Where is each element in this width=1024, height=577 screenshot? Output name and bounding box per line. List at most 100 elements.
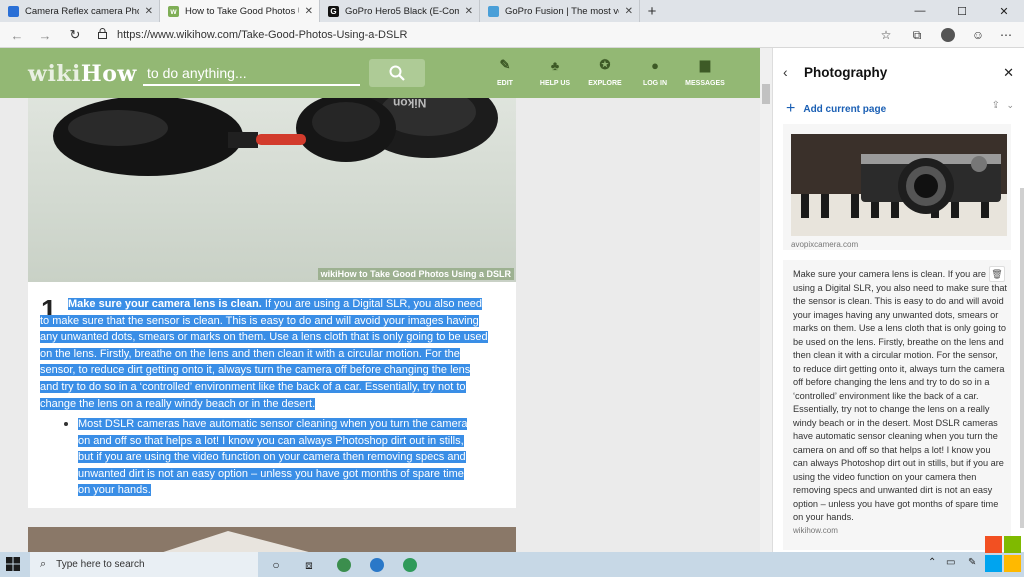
- nav-help-us[interactable]: ♣ HELP US: [527, 56, 583, 92]
- nav-label: LOG IN: [642, 80, 668, 87]
- page-viewport: wikiHow to do anything... ✎ EDIT ♣ HELP …: [0, 48, 760, 552]
- address-bar: ← → ↻ https://www.wikihow.com/Take-Good-…: [0, 22, 1024, 48]
- trash-icon[interactable]: 🗑: [989, 266, 1005, 282]
- bullet-dot: [64, 422, 68, 426]
- tab-title: Camera Reflex camera Photograp: [25, 5, 139, 17]
- share-icon[interactable]: ⇪: [992, 100, 1000, 111]
- page-scrollbar[interactable]: [760, 48, 772, 552]
- close-tab-icon[interactable]: ✕: [465, 6, 473, 17]
- close-tab-icon[interactable]: ✕: [625, 6, 633, 17]
- tab-title: GoPro Fusion | The most versati: [505, 5, 619, 17]
- caption-text: to Take Good Photos Using a DSLR: [356, 269, 511, 279]
- pen-icon[interactable]: ✎: [968, 557, 976, 568]
- refresh-icon[interactable]: ↻: [66, 26, 84, 44]
- edge-app-icon-2[interactable]: [367, 555, 387, 575]
- tab-strip: Camera Reflex camera Photograp ✕ w How t…: [0, 0, 1024, 22]
- wikihow-logo[interactable]: wikiHow: [28, 61, 137, 87]
- tab-camera-reflex[interactable]: Camera Reflex camera Photograp ✕: [0, 0, 160, 22]
- wikihow-header: wikiHow to do anything... ✎ EDIT ♣ HELP …: [0, 48, 760, 98]
- wikihow-search-input[interactable]: to do anything...: [143, 60, 360, 86]
- caption-how: How: [337, 269, 357, 279]
- nav-label: EDIT: [497, 80, 513, 87]
- next-step-image: [28, 527, 516, 552]
- lock-icon: [98, 28, 107, 42]
- feedback-smiley-icon[interactable]: ☺: [968, 26, 988, 44]
- search-icon: ⌕: [40, 558, 47, 570]
- note-text: Make sure your camera lens is clean. If …: [793, 269, 1007, 522]
- cortana-icon[interactable]: ○: [266, 555, 286, 575]
- add-current-page-label: Add current page: [803, 103, 887, 115]
- plus-icon: +: [786, 100, 796, 117]
- compass-icon: ✪: [599, 57, 611, 72]
- tab-gopro-hero5[interactable]: G GoPro Hero5 Black (E-Commerc ✕: [320, 0, 480, 22]
- camera-photo: [791, 134, 1007, 236]
- windows-start-icon[interactable]: [6, 557, 20, 571]
- nav-edit[interactable]: ✎ EDIT: [477, 56, 533, 92]
- pane-scrollbar[interactable]: [1020, 188, 1024, 528]
- collection-card-note[interactable]: Make sure your camera lens is clean. If …: [783, 260, 1011, 550]
- step-text[interactable]: Make sure your camera lens is clean. If …: [40, 296, 488, 412]
- close-window-button[interactable]: ✕: [984, 0, 1024, 22]
- close-tab-icon[interactable]: ✕: [145, 6, 153, 17]
- collection-title: Photography: [804, 65, 888, 80]
- more-menu-icon[interactable]: ⋯: [996, 26, 1016, 44]
- search-button[interactable]: [369, 59, 425, 87]
- add-current-page-button[interactable]: + Add current page: [786, 100, 886, 118]
- step-bold-text: Make sure your camera lens is clean.: [68, 298, 262, 310]
- edge-app-icon[interactable]: [334, 555, 354, 575]
- url-field[interactable]: https://www.wikihow.com/Take-Good-Photos…: [98, 25, 898, 45]
- task-view-icon[interactable]: ⧈: [299, 555, 319, 575]
- nav-label: MESSAGES: [685, 80, 725, 87]
- taskbar: ⌕ Type here to search ○ ⧈ ⌃ ▭ ✎: [0, 552, 1024, 577]
- step-bullet[interactable]: Most DSLR cameras have automatic sensor …: [78, 416, 478, 499]
- close-tab-icon[interactable]: ✕: [305, 6, 313, 17]
- favicon-icon: [8, 5, 19, 17]
- nav-log-in[interactable]: ● LOG IN: [627, 56, 683, 92]
- chat-icon: ▆: [700, 57, 710, 72]
- new-tab-button[interactable]: +: [640, 0, 664, 22]
- logo-how: How: [80, 61, 137, 87]
- image-caption: wikiHow to Take Good Photos Using a DSLR: [317, 268, 514, 280]
- tray-chevron-up-icon[interactable]: ⌃: [928, 557, 936, 568]
- caption-wiki: wiki: [320, 269, 338, 279]
- card-source: avopixcamera.com: [791, 240, 859, 249]
- edge-app-icon-3[interactable]: [400, 555, 420, 575]
- bullet-text: Most DSLR cameras have automatic sensor …: [78, 418, 468, 497]
- sprout-icon: ♣: [550, 57, 560, 73]
- network-icon[interactable]: ▭: [946, 557, 955, 568]
- tab-gopro-fusion[interactable]: GoPro Fusion | The most versati ✕: [480, 0, 640, 22]
- favorite-star-icon[interactable]: ☆: [876, 26, 896, 44]
- nav-messages[interactable]: ▆ MESSAGES: [677, 56, 733, 92]
- nav-label: HELP US: [539, 80, 571, 87]
- profile-avatar[interactable]: [938, 26, 958, 44]
- nav-label: EXPLORE: [588, 80, 622, 87]
- scrollbar-thumb[interactable]: [762, 84, 770, 104]
- card-source: wikihow.com: [793, 526, 838, 535]
- pencil-icon: ✎: [499, 57, 511, 72]
- step-card: Nikon wikiHow to Take Good Photos Using …: [28, 98, 516, 508]
- lens-brand-label: Nikon: [393, 98, 427, 110]
- minimize-button[interactable]: —: [900, 0, 940, 22]
- nav-explore[interactable]: ✪ EXPLORE: [577, 56, 633, 92]
- collections-icon[interactable]: ⧉: [907, 26, 927, 44]
- forward-arrow-icon[interactable]: →: [36, 26, 54, 44]
- taskbar-search-input[interactable]: ⌕ Type here to search: [30, 552, 258, 577]
- chevron-down-icon[interactable]: ⌄: [1006, 100, 1014, 111]
- logo-wiki: wiki: [28, 61, 81, 87]
- url-text: https://www.wikihow.com/Take-Good-Photos…: [117, 29, 408, 41]
- back-arrow-icon[interactable]: ←: [8, 26, 26, 44]
- taskbar-search-placeholder: Type here to search: [56, 559, 145, 570]
- maximize-button[interactable]: ☐: [942, 0, 982, 22]
- favicon-icon: [488, 5, 499, 17]
- step-image: Nikon wikiHow to Take Good Photos Using …: [28, 98, 516, 282]
- search-icon: [389, 65, 405, 81]
- tab-title: GoPro Hero5 Black (E-Commerc: [345, 5, 459, 17]
- tab-wikihow[interactable]: w How to Take Good Photos Using ✕: [160, 0, 320, 22]
- collection-card-image[interactable]: avopixcamera.com: [783, 124, 1011, 250]
- step-body-text: If you are using a Digital SLR, you also…: [40, 298, 488, 410]
- microsoft-logo-icon: [985, 536, 1021, 572]
- close-pane-icon[interactable]: ✕: [1003, 65, 1014, 81]
- user-icon: ●: [651, 57, 659, 73]
- collections-pane: ‹ Photography ✕ + Add current page ⇪ ⌄ a…: [772, 48, 1024, 552]
- back-chevron-icon[interactable]: ‹: [783, 64, 788, 80]
